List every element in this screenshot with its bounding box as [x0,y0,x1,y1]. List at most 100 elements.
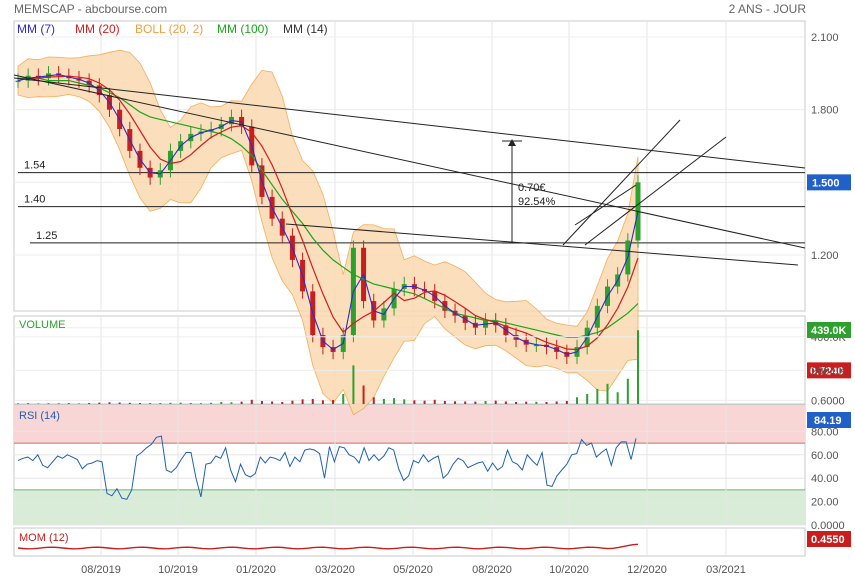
level-label: 1.25 [36,230,57,242]
volume-bar [291,400,294,404]
rsi-overbought-zone [14,405,805,444]
volume-bar [250,399,253,404]
volume-bar [474,401,477,404]
volume-bar [230,402,233,404]
volume-bar [240,401,243,404]
measure-percent: 92.54% [518,196,556,208]
volume-bar [108,402,111,404]
volume-bar [271,401,274,404]
volume-bar [37,403,40,404]
volume-bar [545,401,548,404]
candle-body [15,80,21,83]
chart-header-title: MEMSCAP - abcbourse.com [14,2,167,16]
volume-bar [535,401,538,404]
x-tick-label: 03/2021 [706,564,746,576]
volume-bar [555,401,558,404]
volume-bar [138,402,141,404]
volume-bar [464,401,467,404]
volume-bar [179,402,182,404]
volume-bar [616,392,619,404]
volume-bar [454,401,457,404]
rsi-oversold-zone [14,489,805,525]
last-price-value: 1.500 [812,177,840,189]
rsi-y-tick: 20.00 [811,497,839,509]
volume-bar [260,400,263,404]
volume-bar [98,402,101,404]
volume-bar [525,401,528,404]
volume-bar [332,399,335,404]
volume-bar [596,388,599,404]
price-y-tick: 1.800 [811,105,839,117]
legend-item: MM (20) [75,22,120,36]
legend-item: MM (7) [17,22,55,36]
volume-bar [321,400,324,404]
volume-bar [57,403,60,404]
volume-bar [423,400,426,404]
x-tick-label: 12/2020 [627,564,667,576]
volume-bar [67,403,70,404]
x-tick-label: 08/2020 [472,564,512,576]
price-y-tick: 0.6000 [811,395,845,407]
volume-bar [504,401,507,404]
x-tick-label: 08/2019 [81,564,121,576]
measure-value: 0.70€ [518,182,546,194]
x-tick-label: 03/2020 [315,564,355,576]
volume-bar [433,399,436,404]
level-label: 1.54 [24,160,45,172]
volume-bar [443,400,446,404]
volume-bar [352,365,355,404]
volume-title: VOLUME [19,319,65,331]
stock-chart: 08/2019 10/2019 01/2020 03/2020 05/2020 08/20… [13,2,851,576]
rsi-y-tick: 40.00 [811,473,839,485]
volume-bar [342,393,345,404]
panel-frame-3 [13,527,806,557]
volume-bar [494,400,497,404]
rsi-y-tick: 60.00 [811,450,839,462]
volume-bar [210,402,213,404]
volume-bar [413,400,416,404]
volume-bar [169,402,172,404]
volume-bar [362,385,365,404]
volume-bar [128,402,131,404]
volume-bar [77,403,80,404]
x-tick-label: 10/2019 [158,564,198,576]
x-tick-label: 05/2020 [393,564,433,576]
volume-bar [637,330,639,404]
volume-last-value: 439.0K [811,325,847,337]
volume-bar [393,398,396,404]
mom-last-value: 0.4550 [811,534,845,546]
volume-bar [311,398,314,404]
volume-bar [159,402,162,404]
volume-bar [576,397,579,404]
volume-bar [626,378,629,404]
x-tick-label: 01/2020 [236,564,276,576]
x-tick-label: 10/2020 [549,564,589,576]
rsi-y-tick: 80.00 [811,426,839,438]
legend-item: BOLL (20, 2) [135,22,203,36]
volume-bar [17,403,19,404]
mom-title: MOM (12) [19,532,69,544]
volume-bar [27,402,30,404]
volume-bar [149,403,152,404]
volume-bar [281,401,284,404]
price-y-tick: 1.200 [811,250,839,262]
rsi-title: RSI (14) [19,410,60,422]
volume-bar [301,399,304,404]
volume-bar [382,398,385,404]
rsi-last-value: 84.19 [814,415,842,427]
legend-item: MM (14) [283,22,328,36]
volume-bar [199,403,202,404]
volume-bar [88,402,91,404]
volume-bar [372,397,375,404]
volume-y-tick: 200.0K [811,365,847,377]
price-y-tick: 2.100 [811,32,839,44]
volume-bar [515,401,518,404]
volume-bar [403,399,406,404]
volume-bar [586,393,589,404]
volume-bar [565,400,568,404]
legend-item: MM (100) [217,22,268,36]
level-label: 1.40 [24,194,45,206]
rsi-y-tick: 0.0000 [811,520,845,532]
volume-bar [189,402,192,404]
volume-bar [220,401,223,404]
